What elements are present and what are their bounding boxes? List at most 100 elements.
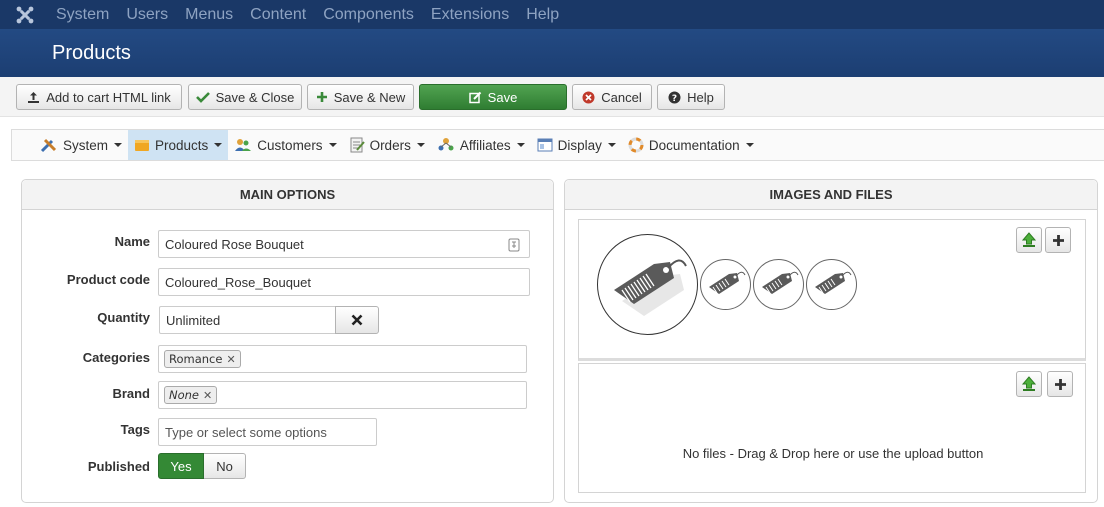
cancel-button[interactable]: Cancel (572, 84, 652, 110)
quantity-input[interactable]: Unlimited (159, 306, 337, 334)
upload-image-button[interactable] (1016, 227, 1042, 253)
category-chip-label: Romance (169, 352, 223, 366)
published-no-button[interactable]: No (204, 453, 246, 479)
brand-row: Brand None ✕ (22, 381, 555, 411)
save-new-label: Save & New (333, 89, 406, 105)
name-input[interactable]: Coloured Rose Bouquet (158, 230, 530, 258)
save-close-button[interactable]: Save & Close (188, 84, 302, 110)
cancel-label: Cancel (601, 89, 642, 105)
affiliates-icon (438, 138, 454, 151)
brand-chip: None ✕ (164, 386, 218, 404)
translate-icon[interactable] (508, 238, 520, 252)
product-code-value: Coloured_Rose_Bouquet (165, 274, 311, 290)
admin-menu-bar: System Users Menus Content Components Ex… (0, 0, 1104, 29)
save-close-label: Save & Close (215, 89, 295, 105)
nav-display[interactable]: Display (531, 130, 622, 160)
published-toggle: Yes No (158, 453, 246, 479)
add-image-button[interactable] (1045, 227, 1071, 253)
customers-icon (235, 139, 252, 151)
brand-chip-label: None (169, 388, 200, 402)
name-label: Name (114, 234, 150, 249)
remove-chip-icon[interactable]: ✕ (203, 389, 212, 402)
joomla-logo-icon[interactable] (0, 0, 50, 29)
nav-affiliates[interactable]: Affiliates (431, 130, 531, 160)
images-files-heading: IMAGES AND FILES (565, 180, 1097, 210)
save-new-button[interactable]: Save & New (307, 84, 414, 110)
categories-row: Categories Romance ✕ (22, 345, 555, 375)
brand-label: Brand (112, 386, 150, 401)
nav-documentation[interactable]: Documentation (622, 130, 760, 160)
plus-icon (1052, 234, 1064, 246)
price-tag-icon (613, 259, 687, 316)
nav-display-label: Display (557, 137, 602, 153)
page-title: Products (52, 42, 131, 64)
product-image-thumb-2[interactable] (753, 259, 804, 310)
add-to-cart-label: Add to cart HTML link (46, 89, 171, 105)
main-options-panel: MAIN OPTIONS Name Coloured Rose Bouquet … (21, 179, 554, 503)
check-icon (195, 92, 210, 103)
topmenu-help[interactable]: Help (526, 6, 559, 24)
nav-system[interactable]: System (34, 130, 128, 160)
title-bar: Products (0, 29, 1104, 77)
price-tag-icon (708, 271, 745, 294)
svg-text:?: ? (672, 94, 677, 104)
nav-affiliates-label: Affiliates (459, 137, 511, 153)
nav-orders[interactable]: Orders (343, 130, 431, 160)
nav-products-label: Products (155, 137, 209, 153)
tags-input[interactable]: Type or select some options (158, 418, 377, 446)
help-icon: ? (668, 91, 681, 104)
tags-placeholder: Type or select some options (165, 424, 327, 440)
orders-icon (350, 137, 365, 153)
tags-row: Tags Type or select some options (22, 418, 555, 448)
price-tag-icon (761, 271, 798, 294)
product-image-main[interactable] (597, 234, 698, 335)
add-file-button[interactable] (1047, 371, 1073, 397)
topmenu-components[interactable]: Components (323, 6, 414, 24)
nav-documentation-label: Documentation (648, 137, 740, 153)
quantity-clear-button[interactable] (335, 306, 379, 334)
save-button[interactable]: Save (419, 84, 567, 110)
images-files-panel: IMAGES AND FILES No files - Drag & Drop … (564, 179, 1098, 503)
topmenu-extensions[interactable]: Extensions (431, 6, 509, 24)
quantity-label: Quantity (97, 310, 150, 325)
product-code-input[interactable]: Coloured_Rose_Bouquet (158, 268, 530, 296)
topmenu-menus[interactable]: Menus (185, 6, 233, 24)
save-label: Save (487, 89, 518, 105)
product-image-thumb-1[interactable] (700, 259, 751, 310)
topmenu-content[interactable]: Content (250, 6, 306, 24)
category-chip: Romance ✕ (164, 350, 241, 368)
quantity-row: Quantity Unlimited (22, 306, 555, 336)
images-dropzone[interactable] (578, 219, 1086, 361)
products-box-icon (135, 140, 150, 151)
quantity-value: Unlimited (166, 312, 221, 328)
name-value: Coloured Rose Bouquet (165, 236, 304, 252)
toolbar: Add to cart HTML link Save & Close Save … (0, 77, 1104, 117)
upload-file-button[interactable] (1016, 371, 1042, 397)
cancel-icon (582, 91, 595, 103)
nav-products[interactable]: Products (128, 130, 229, 160)
upload-arrow-icon (1021, 376, 1037, 391)
topmenu-users[interactable]: Users (126, 6, 168, 24)
published-row: Published Yes No (22, 453, 555, 483)
remove-chip-icon[interactable]: ✕ (226, 353, 235, 366)
price-tag-icon (814, 271, 851, 294)
brand-select[interactable]: None ✕ (158, 381, 527, 409)
files-dropzone[interactable]: No files - Drag & Drop here or use the u… (578, 363, 1086, 493)
categories-label: Categories (82, 350, 150, 365)
edit-icon (468, 91, 481, 103)
published-yes-button[interactable]: Yes (158, 453, 204, 479)
nav-customers[interactable]: Customers (228, 130, 342, 160)
close-icon (351, 314, 363, 326)
display-icon (537, 138, 553, 152)
plus-icon (316, 92, 327, 102)
topmenu-system[interactable]: System (56, 6, 109, 24)
add-to-cart-html-link-button[interactable]: Add to cart HTML link (16, 84, 182, 110)
product-image-thumb-3[interactable] (806, 259, 857, 310)
help-button[interactable]: ? Help (657, 84, 725, 110)
no-files-message: No files - Drag & Drop here or use the u… (682, 446, 984, 461)
categories-select[interactable]: Romance ✕ (158, 345, 527, 373)
nav-orders-label: Orders (369, 137, 411, 153)
help-label: Help (687, 89, 714, 105)
main-options-heading: MAIN OPTIONS (22, 180, 553, 210)
component-nav: System Products Customers Orders Affilia… (11, 129, 1104, 161)
